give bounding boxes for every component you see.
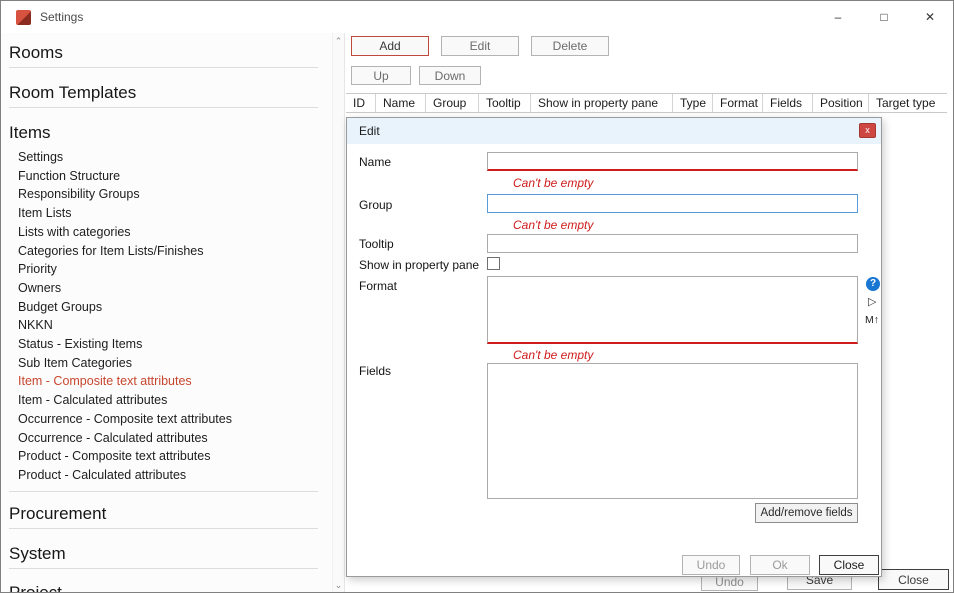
sidebar-item[interactable]: Sub Item Categories — [1, 354, 332, 373]
sidebar-scrollbar[interactable]: ⌃ ⌄ — [332, 33, 345, 593]
name-field[interactable] — [487, 152, 858, 171]
scroll-down-icon[interactable]: ⌄ — [333, 579, 344, 591]
scroll-up-icon[interactable]: ⌃ — [333, 35, 344, 47]
sidebar-section-rooms[interactable]: Rooms — [1, 43, 332, 63]
sidebar-item-selected[interactable]: Item - Composite text attributes — [1, 372, 332, 391]
maximize-icon[interactable]: □ — [861, 1, 907, 33]
run-icon[interactable]: ▷ — [868, 295, 876, 308]
edit-dialog-titlebar: Edit x — [347, 118, 881, 144]
format-validation-error: Can't be empty — [513, 348, 593, 362]
items-subsection-list: Settings Function Structure Responsibili… — [1, 148, 332, 485]
group-field[interactable] — [487, 194, 858, 213]
sidebar: Rooms Room Templates Items Settings Func… — [1, 33, 332, 593]
name-label: Name — [359, 155, 391, 169]
up-button[interactable]: Up — [351, 66, 411, 85]
sidebar-item[interactable]: Categories for Item Lists/Finishes — [1, 242, 332, 261]
sidebar-item[interactable]: Priority — [1, 260, 332, 279]
fields-field[interactable] — [487, 363, 858, 499]
move-up-icon[interactable]: M↑ — [865, 314, 879, 326]
dialog-close-button[interactable]: Close — [819, 555, 879, 575]
edit-dialog: Edit x Name Can't be empty Group Can't b… — [346, 117, 882, 577]
tooltip-field[interactable] — [487, 234, 858, 253]
column-header-target-type[interactable]: Target type — [869, 94, 947, 112]
column-header-format[interactable]: Format — [713, 94, 763, 112]
settings-window: Settings – □ ✕ Rooms Room Templates Item… — [0, 0, 954, 593]
column-header-id[interactable]: ID — [346, 94, 376, 112]
add-button[interactable]: Add — [351, 36, 429, 56]
sidebar-item[interactable]: Occurrence - Composite text attributes — [1, 410, 332, 429]
sidebar-item[interactable]: Owners — [1, 279, 332, 298]
column-header-position[interactable]: Position — [813, 94, 869, 112]
dialog-ok-button[interactable]: Ok — [750, 555, 810, 575]
titlebar: Settings – □ ✕ — [1, 1, 953, 33]
minimize-icon[interactable]: – — [815, 1, 861, 33]
footer-close-button[interactable]: Close — [878, 569, 949, 590]
sidebar-item[interactable]: Product - Composite text attributes — [1, 447, 332, 466]
window-controls: – □ ✕ — [815, 1, 953, 33]
help-icon[interactable]: ? — [866, 277, 880, 291]
divider — [9, 491, 318, 492]
divider — [9, 568, 318, 569]
format-label: Format — [359, 279, 397, 293]
divider — [9, 107, 318, 108]
sidebar-section-room-templates[interactable]: Room Templates — [1, 83, 332, 103]
column-header-fields[interactable]: Fields — [763, 94, 813, 112]
sidebar-item[interactable]: Item Lists — [1, 204, 332, 223]
sidebar-item[interactable]: Occurrence - Calculated attributes — [1, 429, 332, 448]
sidebar-item[interactable]: Responsibility Groups — [1, 185, 332, 204]
delete-button[interactable]: Delete — [531, 36, 609, 56]
window-title: Settings — [40, 10, 83, 24]
sidebar-section-project[interactable]: Project — [1, 583, 332, 593]
column-header-tooltip[interactable]: Tooltip — [479, 94, 531, 112]
sidebar-section-procurement[interactable]: Procurement — [1, 504, 332, 524]
sidebar-section-system[interactable]: System — [1, 544, 332, 564]
column-header-name[interactable]: Name — [376, 94, 426, 112]
attributes-table-header: ID Name Group Tooltip Show in property p… — [346, 93, 947, 113]
sidebar-item[interactable]: Settings — [1, 148, 332, 167]
sidebar-item[interactable]: Function Structure — [1, 167, 332, 186]
show-in-property-pane-label: Show in property pane — [359, 258, 479, 272]
show-in-property-pane-checkbox[interactable] — [487, 257, 500, 270]
sidebar-item[interactable]: Budget Groups — [1, 298, 332, 317]
sidebar-section-items[interactable]: Items — [1, 123, 332, 143]
name-validation-error: Can't be empty — [513, 176, 593, 190]
group-validation-error: Can't be empty — [513, 218, 593, 232]
dialog-close-icon[interactable]: x — [859, 123, 876, 138]
app-logo-icon — [16, 10, 31, 25]
sidebar-item[interactable]: Product - Calculated attributes — [1, 466, 332, 485]
close-window-icon[interactable]: ✕ — [907, 1, 953, 33]
edit-dialog-title: Edit — [359, 124, 380, 138]
column-header-type[interactable]: Type — [673, 94, 713, 112]
fields-label: Fields — [359, 364, 391, 378]
sidebar-item[interactable]: Item - Calculated attributes — [1, 391, 332, 410]
column-header-group[interactable]: Group — [426, 94, 479, 112]
dialog-undo-button[interactable]: Undo — [682, 555, 740, 575]
format-field[interactable] — [487, 276, 858, 344]
divider — [9, 67, 318, 68]
sidebar-item[interactable]: NKKN — [1, 316, 332, 335]
down-button[interactable]: Down — [419, 66, 481, 85]
edit-button[interactable]: Edit — [441, 36, 519, 56]
sidebar-item[interactable]: Status - Existing Items — [1, 335, 332, 354]
tooltip-label: Tooltip — [359, 237, 394, 251]
column-header-show-in-property-pane[interactable]: Show in property pane — [531, 94, 673, 112]
divider — [9, 528, 318, 529]
add-remove-fields-button[interactable]: Add/remove fields — [755, 503, 858, 523]
sidebar-item[interactable]: Lists with categories — [1, 223, 332, 242]
group-label: Group — [359, 198, 392, 212]
